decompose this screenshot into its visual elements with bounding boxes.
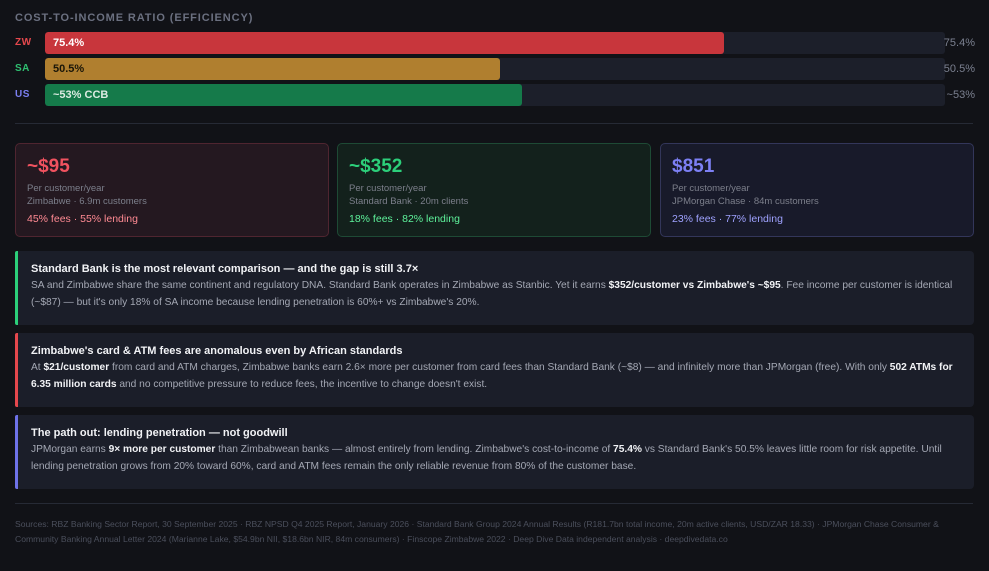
- bar-row-us: US ~53% CCB ~53%: [15, 84, 975, 106]
- card-revenue-split: 23% fees · 77% lending: [672, 213, 783, 225]
- insight-body: SA and Zimbabwe share the same continent…: [31, 278, 958, 311]
- bar-value: 50.5%: [943, 63, 975, 75]
- section-title: COST-TO-INCOME RATIO (EFFICIENCY): [15, 12, 254, 24]
- bar-code: ZW: [15, 37, 32, 48]
- body-emphasis: 9× more per customer: [108, 444, 216, 455]
- insight-lending-path: The path out: lending penetration — not …: [15, 415, 974, 489]
- bar-label: 50.5%: [53, 63, 85, 75]
- card-standard-bank: ~$352 Per customer/year Standard Bank · …: [337, 143, 651, 237]
- insight-body: At $21/customer from card and ATM charge…: [31, 360, 958, 393]
- body-text: than Zimbabwean banks — almost entirely …: [215, 444, 614, 455]
- bar-fill: [45, 32, 724, 54]
- body-emphasis: 75.4%: [613, 444, 642, 455]
- insight-card-atm-fees: Zimbabwe's card & ATM fees are anomalous…: [15, 333, 974, 407]
- bar-row-sa: SA 50.5% 50.5%: [15, 58, 975, 80]
- bar-label: 75.4%: [53, 37, 85, 49]
- insight-title: The path out: lending penetration — not …: [31, 427, 288, 439]
- card-subtitle: Zimbabwe · 6.9m customers: [27, 196, 147, 207]
- body-text: SA and Zimbabwe share the same continent…: [31, 280, 609, 291]
- bar-code: US: [15, 89, 30, 100]
- bar-value: 75.4%: [943, 37, 975, 49]
- bar-code: SA: [15, 63, 30, 74]
- divider: [15, 123, 973, 124]
- bar-value: ~53%: [946, 89, 975, 101]
- bar-track: ~53% CCB: [45, 84, 945, 106]
- card-amount: $851: [672, 156, 715, 177]
- insight-accent-bar: [15, 333, 18, 407]
- body-text: and no competitive pressure to reduce fe…: [116, 378, 488, 390]
- sources-footer: Sources: RBZ Banking Sector Report, 30 S…: [15, 519, 939, 544]
- card-subtitle: Standard Bank · 20m clients: [349, 196, 469, 207]
- bar-fill: [45, 58, 500, 80]
- bar-row-zw: ZW 75.4% 75.4%: [15, 32, 975, 54]
- body-emphasis: $352/customer vs Zimbabwe's ~$95: [608, 280, 781, 291]
- bar-fill: [45, 84, 522, 106]
- body-text: from card and ATM charges, Zimbabwe bank…: [109, 362, 890, 373]
- body-text: JPMorgan earns: [31, 444, 109, 455]
- insight-standard-bank: Standard Bank is the most relevant compa…: [15, 251, 974, 325]
- insight-accent-bar: [15, 415, 18, 489]
- card-label: Per customer/year: [672, 183, 750, 194]
- card-zimbabwe: ~$95 Per customer/year Zimbabwe · 6.9m c…: [15, 143, 329, 237]
- card-amount: ~$352: [349, 156, 403, 177]
- insight-title: Standard Bank is the most relevant compa…: [31, 263, 419, 275]
- insight-accent-bar: [15, 251, 18, 325]
- bar-track: 75.4%: [45, 32, 945, 54]
- insight-body: JPMorgan earns 9× more per customer than…: [31, 442, 958, 475]
- card-jpmorgan: $851 Per customer/year JPMorgan Chase · …: [660, 143, 974, 237]
- insight-title: Zimbabwe's card & ATM fees are anomalous…: [31, 345, 403, 357]
- body-emphasis: $21/customer: [43, 362, 110, 373]
- card-revenue-split: 18% fees · 82% lending: [349, 213, 460, 225]
- card-label: Per customer/year: [349, 183, 427, 194]
- body-text: At: [31, 362, 44, 373]
- bar-track: 50.5%: [45, 58, 945, 80]
- card-label: Per customer/year: [27, 183, 105, 194]
- card-revenue-split: 45% fees · 55% lending: [27, 213, 138, 225]
- card-subtitle: JPMorgan Chase · 84m customers: [672, 196, 819, 207]
- card-amount: ~$95: [27, 156, 70, 177]
- divider: [15, 503, 973, 504]
- bar-label: ~53% CCB: [53, 89, 109, 101]
